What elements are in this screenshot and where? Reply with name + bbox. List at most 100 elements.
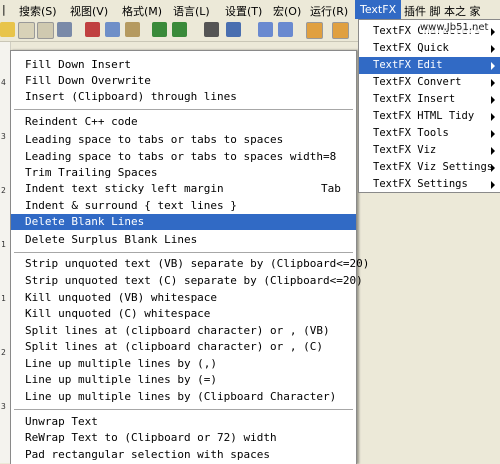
menu-item-fill-down-overwrite[interactable]: Fill Down Overwrite	[11, 73, 356, 89]
menu-item-delete-surplus-blank-lines[interactable]: Delete Surplus Blank Lines	[11, 232, 356, 248]
textfx-menu-item-tools[interactable]: TextFX Tools	[359, 125, 500, 142]
menu-plugins[interactable]: 插件 脚 本之 家	[404, 3, 481, 19]
menu-item-label: Pad rectangular selection with spaces	[25, 448, 271, 461]
menu-item-line-up-equals[interactable]: Line up multiple lines by (=)	[11, 372, 356, 388]
menu-item-split-lines-c[interactable]: Split lines at (clipboard character) or …	[11, 339, 356, 355]
menu-item-label: Indent text sticky left margin	[25, 182, 224, 195]
menu-item-trim-trailing-spaces[interactable]: Trim Trailing Spaces	[11, 165, 356, 181]
menu-item-kill-unquoted-c[interactable]: Kill unquoted (C) whitespace	[11, 306, 356, 322]
menu-item-rewrap-text[interactable]: ReWrap Text to (Clipboard or 72) width	[11, 430, 356, 446]
menu-item-label: TextFX Edit	[373, 59, 443, 71]
menu-item-label: TextFX Viz Settings	[373, 161, 494, 173]
gutter-digit: 4	[1, 78, 6, 87]
menu-item-label: Leading space to tabs or tabs to spaces …	[25, 150, 337, 163]
zoom-out-icon[interactable]	[278, 22, 293, 37]
textfx-menu-item-quick[interactable]: TextFX Quick	[359, 40, 500, 57]
menu-item-label: Strip unquoted text (VB) separate by (Cl…	[25, 257, 370, 270]
menu-item-leading-space-tabs[interactable]: Leading space to tabs or tabs to spaces	[11, 132, 356, 148]
menu-item-line-up-comma[interactable]: Line up multiple lines by (,)	[11, 356, 356, 372]
zoom-in-icon[interactable]	[258, 22, 273, 37]
textfx-menu-item-edit[interactable]: TextFX Edit	[359, 57, 500, 74]
wrap-icon[interactable]	[332, 22, 349, 39]
menu-item-strip-unquoted-c[interactable]: Strip unquoted text (C) separate by (Cli…	[11, 273, 363, 289]
menu-item-reindent-cpp[interactable]: Reindent C++ code	[11, 114, 356, 130]
menu-item-label: Indent & surround { text lines }	[25, 199, 237, 212]
menu-item-label: Unwrap Text	[25, 415, 98, 428]
submenu-arrow-icon	[491, 164, 495, 172]
print-icon[interactable]	[57, 22, 72, 37]
textfx-edit-submenu: Fill Down Insert Fill Down Overwrite Ins…	[10, 50, 369, 464]
copy-icon[interactable]	[105, 22, 120, 37]
menu-item-label: Delete Surplus Blank Lines	[25, 233, 198, 246]
menu-item-delete-blank-lines[interactable]: Delete Blank Lines	[11, 214, 356, 230]
menu-separator	[14, 252, 353, 253]
menu-item-label: TextFX Viz	[373, 144, 437, 156]
menu-item-label: TextFX Insert	[373, 93, 456, 105]
menu-textfx[interactable]: TextFX	[355, 0, 402, 19]
menu-item-label: Leading space to tabs or tabs to spaces	[25, 133, 284, 146]
menu-item-label: Fill Down Overwrite	[25, 74, 151, 87]
gutter-digit: 2	[1, 348, 6, 357]
submenu-arrow-icon	[491, 113, 495, 121]
menu-item-label: Reindent C++ code	[25, 115, 138, 128]
submenu-arrow-icon	[491, 130, 495, 138]
menu-item-label: Split lines at (clipboard character) or …	[25, 340, 324, 353]
textfx-menu-item-insert[interactable]: TextFX Insert	[359, 91, 500, 108]
menu-item-kill-unquoted-vb[interactable]: Kill unquoted (VB) whitespace	[11, 290, 356, 306]
menu-item-label: TextFX Settings	[373, 178, 468, 190]
close-file-icon[interactable]	[18, 22, 35, 39]
menu-item-line-up-clipboard[interactable]: Line up multiple lines by (Clipboard Cha…	[11, 389, 356, 405]
menu-bar-edge: |	[2, 3, 6, 16]
menu-item-insert-clipboard[interactable]: Insert (Clipboard) through lines	[11, 89, 356, 105]
menu-item-label: Kill unquoted (VB) whitespace	[25, 291, 218, 304]
menu-item-pad-rectangular[interactable]: Pad rectangular selection with spaces	[11, 447, 356, 463]
submenu-arrow-icon	[491, 45, 495, 53]
menu-view[interactable]: 视图(V)	[70, 3, 108, 19]
menu-item-leading-space-tabs-width8[interactable]: Leading space to tabs or tabs to spaces …	[11, 149, 356, 165]
menu-item-strip-unquoted-vb[interactable]: Strip unquoted text (VB) separate by (Cl…	[11, 256, 369, 272]
menu-run[interactable]: 运行(R)	[310, 3, 348, 19]
menu-separator	[14, 109, 353, 110]
menu-item-unwrap-text[interactable]: Unwrap Text	[11, 414, 356, 430]
redo-icon[interactable]	[172, 22, 187, 37]
menu-item-label: TextFX Tools	[373, 127, 449, 139]
textfx-menu-item-html-tidy[interactable]: TextFX HTML Tidy	[359, 108, 500, 125]
submenu-arrow-icon	[491, 28, 495, 36]
textfx-menu-item-convert[interactable]: TextFX Convert	[359, 74, 500, 91]
textfx-menu-item-settings[interactable]: TextFX Settings	[359, 176, 500, 193]
textfx-menu-item-viz[interactable]: TextFX Viz	[359, 142, 500, 159]
menu-bar: | 搜索(S) 视图(V) 格式(M) 语言(L) 设置(T) 宏(O) 运行(…	[0, 0, 500, 20]
menu-item-label: TextFX Convert	[373, 76, 462, 88]
menu-item-fill-down-insert[interactable]: Fill Down Insert	[11, 57, 356, 73]
find-icon[interactable]	[204, 22, 219, 37]
menu-item-label: Line up multiple lines by (,)	[25, 357, 218, 370]
submenu-arrow-icon	[491, 79, 495, 87]
gutter-digit: 2	[1, 186, 6, 195]
close-all-icon[interactable]	[37, 22, 54, 39]
menu-item-label: Strip unquoted text (C) separate by (Cli…	[25, 274, 363, 287]
gutter-digit: 3	[1, 132, 6, 141]
replace-icon[interactable]	[226, 22, 241, 37]
menu-settings[interactable]: 设置(T)	[225, 3, 262, 19]
menu-item-label: ReWrap Text to (Clipboard or 72) width	[25, 431, 277, 444]
menu-item-label: Trim Trailing Spaces	[25, 166, 158, 179]
submenu-arrow-icon	[491, 181, 495, 189]
sync-scroll-icon[interactable]	[306, 22, 323, 39]
open-icon[interactable]	[0, 22, 15, 37]
menu-item-split-lines-vb[interactable]: Split lines at (clipboard character) or …	[11, 323, 356, 339]
menu-item-indent-surround[interactable]: Indent & surround { text lines }	[11, 198, 356, 214]
menu-item-label: Kill unquoted (C) whitespace	[25, 307, 211, 320]
paste-icon[interactable]	[125, 22, 140, 37]
watermark: www.Jb51.net	[420, 22, 489, 33]
menu-item-label: Insert (Clipboard) through lines	[25, 90, 237, 103]
menu-format[interactable]: 格式(M)	[122, 3, 162, 19]
textfx-menu: TextFX Characters TextFX Quick TextFX Ed…	[358, 19, 500, 193]
textfx-menu-item-viz-settings[interactable]: TextFX Viz Settings	[359, 159, 500, 176]
menu-language[interactable]: 语言(L)	[173, 3, 210, 19]
menu-macro[interactable]: 宏(O)	[273, 3, 301, 19]
cut-icon[interactable]	[85, 22, 100, 37]
menu-item-label: Split lines at (clipboard character) or …	[25, 324, 330, 337]
undo-icon[interactable]	[152, 22, 167, 37]
menu-item-indent-sticky[interactable]: Indent text sticky left margin Tab	[11, 181, 356, 197]
menu-search[interactable]: 搜索(S)	[19, 3, 57, 19]
